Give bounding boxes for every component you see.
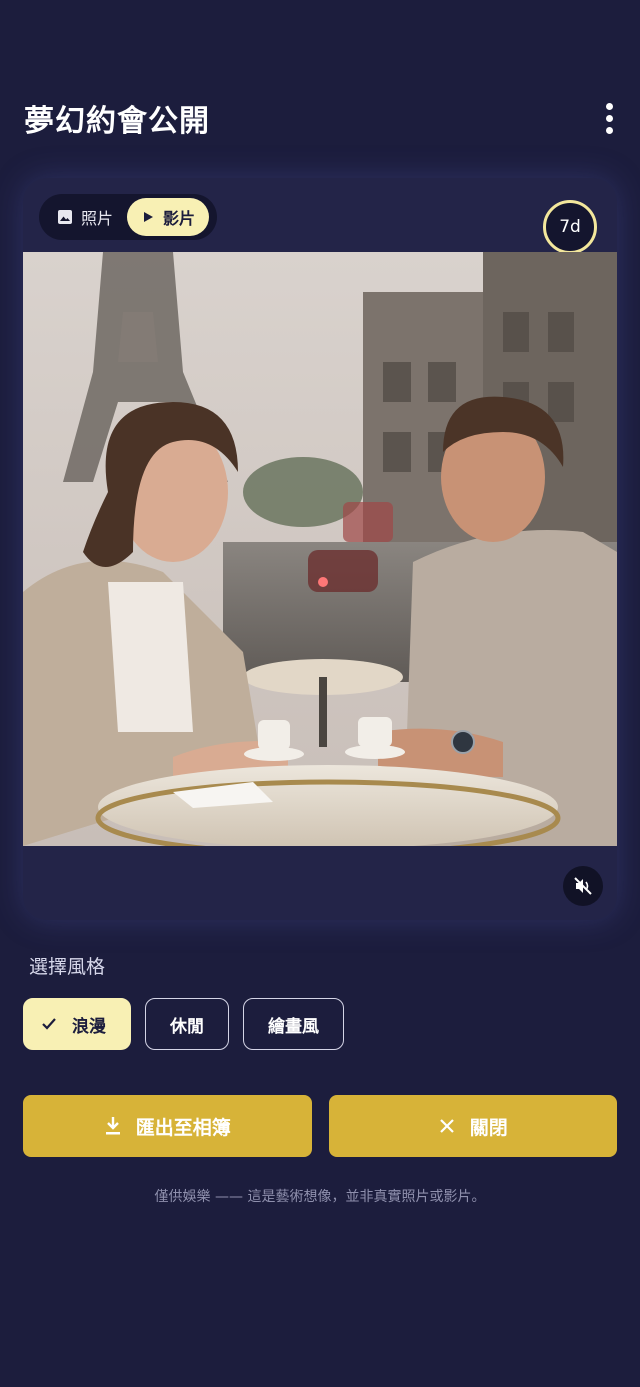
style-section-label: 選擇風格 <box>29 956 106 978</box>
media-type-toggle: 照片 影片 <box>39 194 217 240</box>
download-icon <box>105 1117 120 1135</box>
disclaimer-text: 僅供娛樂 —— 這是藝術想像，並非真實照片或影片。 <box>154 1189 486 1205</box>
close-icon <box>439 1119 454 1133</box>
style-chip-label: 浪漫 <box>72 1016 106 1037</box>
style-chip-label: 休閒 <box>170 1016 204 1037</box>
style-options: 浪漫 休閒 繪畫風 <box>23 998 344 1050</box>
style-chip-label: 繪畫風 <box>268 1016 319 1037</box>
generated-photo <box>23 252 617 846</box>
close-button-label: 關閉 <box>469 1116 508 1139</box>
volume-off-icon <box>574 877 592 895</box>
export-button[interactable]: 匯出至相簿 <box>23 1095 312 1157</box>
tab-video[interactable]: 影片 <box>127 198 210 236</box>
top-bar: 夢幻約會公開 <box>24 96 616 140</box>
play-icon <box>144 212 154 222</box>
check-icon <box>42 1018 56 1030</box>
style-chip-painting[interactable]: 繪畫風 <box>243 998 344 1050</box>
style-chip-romantic[interactable]: 浪漫 <box>23 998 131 1050</box>
action-buttons: 匯出至相簿 關閉 <box>23 1095 617 1157</box>
more-vertical-icon[interactable] <box>594 96 624 140</box>
close-button[interactable]: 關閉 <box>328 1095 617 1157</box>
mute-button[interactable] <box>563 866 603 906</box>
export-button-label: 匯出至相簿 <box>135 1116 231 1139</box>
media-card: 照片 影片 7d <box>23 178 617 920</box>
style-chip-casual[interactable]: 休閒 <box>145 998 229 1050</box>
tab-photo-label: 照片 <box>81 209 114 228</box>
page-title: 夢幻約會公開 <box>24 104 210 139</box>
image-icon <box>58 210 72 224</box>
tab-photo[interactable]: 照片 <box>43 198 127 236</box>
tab-video-label: 影片 <box>163 209 196 228</box>
expiry-badge: 7d <box>543 200 597 254</box>
